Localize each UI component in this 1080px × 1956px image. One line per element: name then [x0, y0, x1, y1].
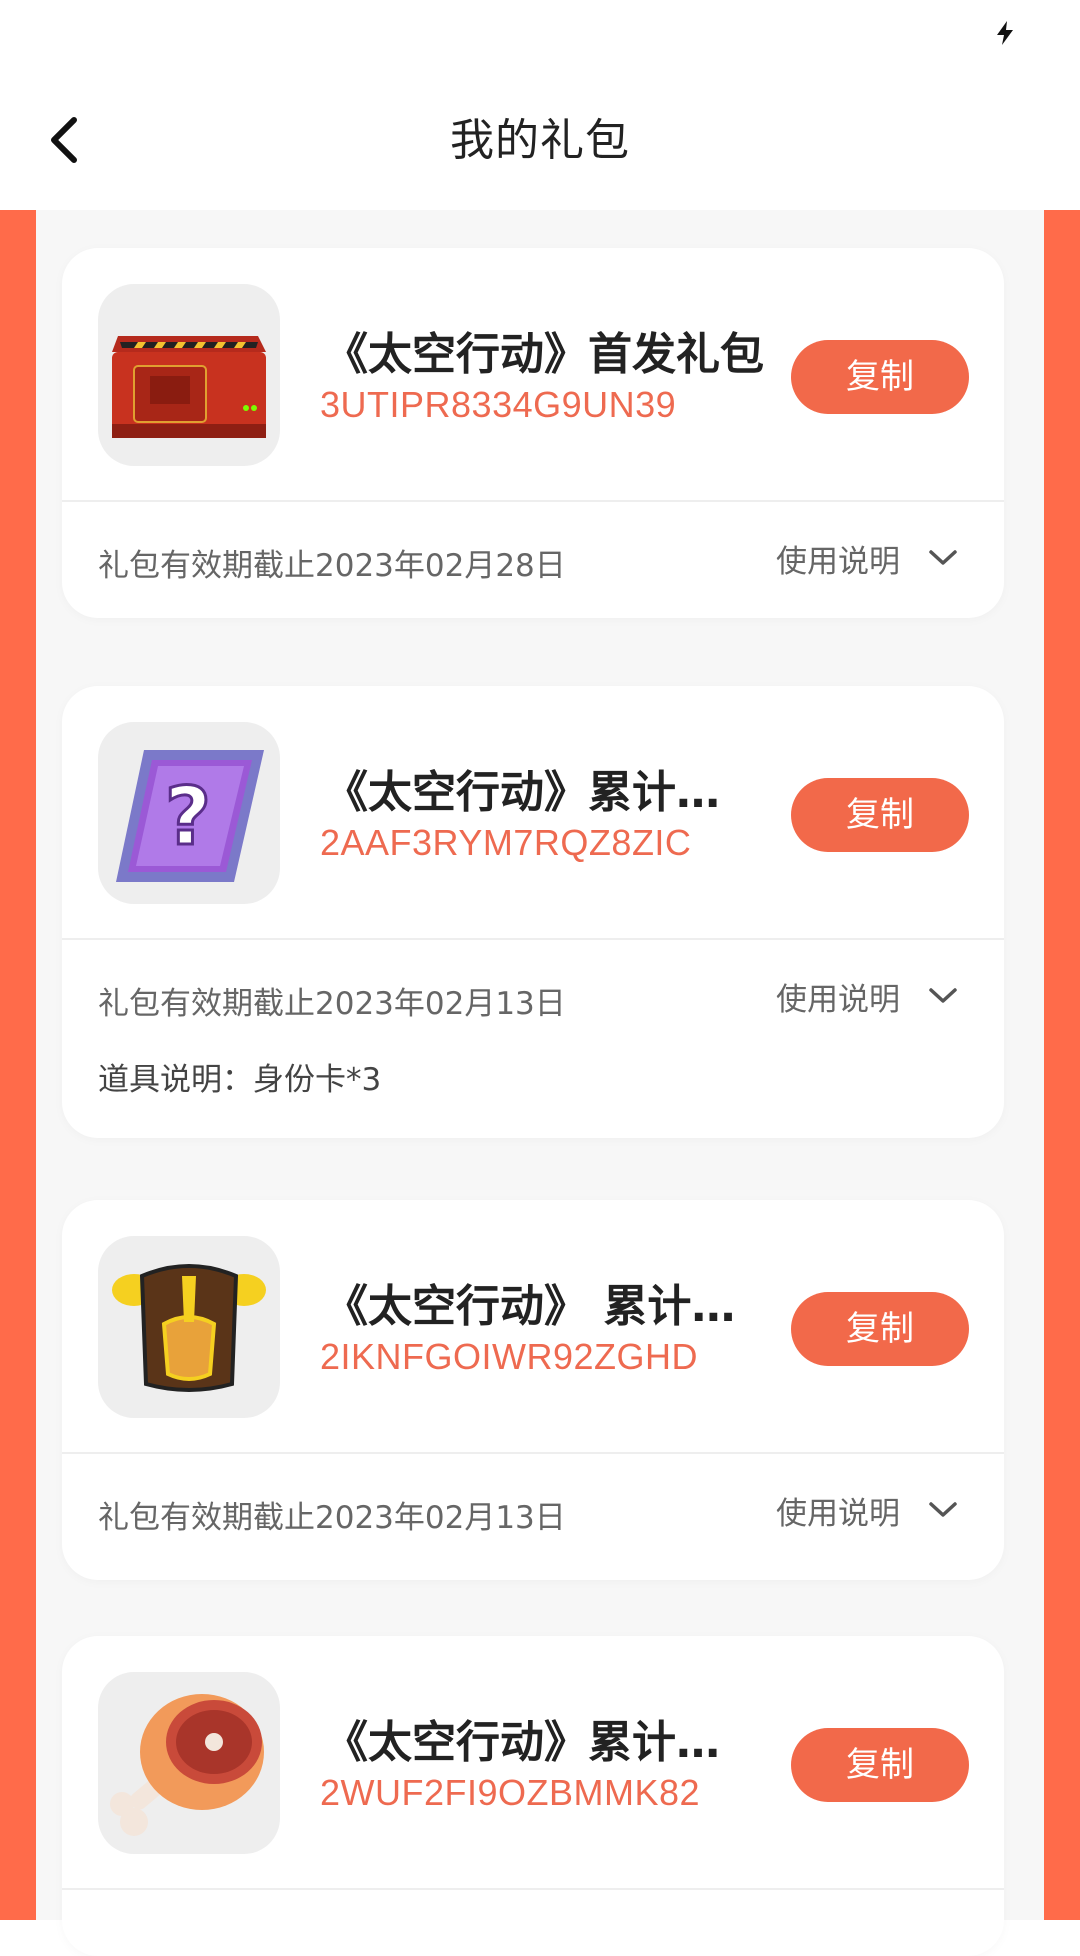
usage-label: 使用说明	[776, 981, 900, 1018]
usage-instructions-toggle[interactable]: 使用说明	[776, 974, 960, 1018]
gift-card: 《太空行动》 累计… 2IKNFGOIWR92ZGHD 复制 礼包有效期截止20…	[62, 1200, 1004, 1580]
usage-instructions-toggle[interactable]: 使用说明	[776, 1488, 960, 1532]
usage-instructions-toggle[interactable]: 使用说明	[776, 536, 960, 580]
divider	[62, 1452, 1004, 1454]
meat-icon	[110, 1694, 264, 1836]
charging-bolt-icon	[997, 21, 1013, 45]
gift-thumbnail	[98, 284, 280, 466]
gift-code: 2AAF3RYM7RQZ8ZIC	[320, 822, 692, 863]
gift-thumbnail	[98, 1236, 280, 1418]
chevron-down-icon	[929, 550, 957, 565]
chevron-down-icon	[929, 988, 957, 1003]
divider	[62, 500, 1004, 502]
copy-button[interactable]: 复制	[791, 1292, 969, 1366]
gift-code: 3UTIPR8334G9UN39	[320, 384, 677, 425]
divider	[62, 938, 1004, 940]
gift-title: 《太空行动》累计…	[324, 1717, 720, 1768]
item-description: 道具说明：身份卡*3	[98, 1062, 382, 1098]
gift-thumbnail	[98, 1672, 280, 1854]
gift-title: 《太空行动》 累计…	[324, 1281, 736, 1332]
gift-title: 《太空行动》累计…	[324, 767, 720, 818]
gift-code: 2WUF2FI9OZBMMK82	[320, 1772, 701, 1813]
gift-card: 《太空行动》首发礼包 3UTIPR8334G9UN39 复制 礼包有效期截止20…	[62, 248, 1004, 618]
expiry-text: 礼包有效期截止2023年02月13日	[98, 1500, 566, 1536]
mystery-card-icon: ?	[116, 750, 264, 882]
gift-title: 《太空行动》首发礼包	[324, 329, 764, 380]
copy-button[interactable]: 复制	[791, 340, 969, 414]
copy-button[interactable]: 复制	[791, 1728, 969, 1802]
chevron-down-icon	[929, 1502, 957, 1517]
usage-label: 使用说明	[776, 543, 900, 580]
armor-icon	[112, 1264, 266, 1392]
gift-thumbnail: ?	[98, 722, 280, 904]
red-crate-icon	[112, 336, 266, 438]
status-bar	[0, 0, 1080, 70]
svg-text:?: ?	[165, 770, 211, 863]
expiry-text: 礼包有效期截止2023年02月28日	[98, 548, 566, 584]
gift-card: ? 《太空行动》累计… 2AAF3RYM7RQZ8ZIC 复制 礼包有效期截止2…	[62, 686, 1004, 1138]
gift-code: 2IKNFGOIWR92ZGHD	[320, 1336, 699, 1377]
expiry-text: 礼包有效期截止2023年02月13日	[98, 986, 566, 1022]
gift-card: 《太空行动》累计… 2WUF2FI9OZBMMK82 复制	[62, 1636, 1004, 1956]
usage-label: 使用说明	[776, 1495, 900, 1532]
header: 我的礼包	[0, 70, 1080, 210]
copy-button[interactable]: 复制	[791, 778, 969, 852]
page-title: 我的礼包	[450, 115, 630, 166]
divider	[62, 1888, 1004, 1890]
